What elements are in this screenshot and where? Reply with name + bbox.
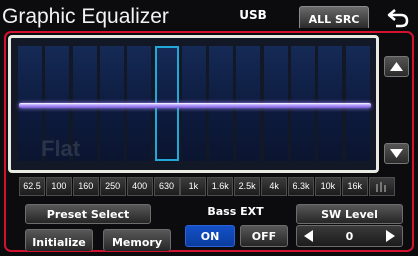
- back-arrow-icon: [387, 9, 409, 28]
- memory-button[interactable]: Memory: [103, 229, 171, 251]
- freq-button-400[interactable]: 400: [126, 177, 153, 196]
- freq-button-250[interactable]: 250: [99, 177, 126, 196]
- triangle-right-icon: [386, 230, 395, 242]
- scroll-up-button[interactable]: [384, 56, 409, 77]
- bass-ext-off-button[interactable]: OFF: [240, 225, 288, 247]
- scroll-down-button[interactable]: [384, 143, 409, 164]
- freq-button-160[interactable]: 160: [72, 177, 99, 196]
- back-button[interactable]: [386, 6, 410, 30]
- arrow-down-icon: [390, 149, 403, 158]
- arrow-up-icon: [390, 62, 403, 71]
- preset-watermark: Flat: [41, 136, 81, 161]
- preset-select-button[interactable]: Preset Select: [25, 204, 151, 224]
- sw-level-increase-button[interactable]: [383, 229, 397, 243]
- freq-button-10k[interactable]: 10k: [314, 177, 341, 196]
- freq-button-4k[interactable]: 4k: [261, 177, 288, 196]
- frequency-selector: 62.5 100 160 250 400 630 1k 1.6k 2.5k 4k 6.3k 10k 16…: [19, 177, 395, 196]
- source-label: USB: [239, 8, 267, 22]
- bars-icon[interactable]: [368, 177, 395, 196]
- all-src-button[interactable]: ALL SRC: [299, 6, 369, 28]
- freq-button-2.5k[interactable]: 2.5k: [234, 177, 261, 196]
- freq-button-1.6k[interactable]: 1.6k: [207, 177, 234, 196]
- bass-ext-on-button[interactable]: ON: [185, 225, 235, 247]
- page-title: Graphic Equalizer: [2, 5, 169, 28]
- initialize-button[interactable]: Initialize: [25, 229, 93, 251]
- freq-button-6.3k[interactable]: 6.3k: [288, 177, 314, 196]
- eq-graph[interactable]: Flat: [8, 35, 379, 173]
- sw-level-header: SW Level: [296, 204, 403, 224]
- eq-curve: [19, 103, 371, 108]
- freq-button-100[interactable]: 100: [45, 177, 72, 196]
- freq-button-630[interactable]: 630: [153, 177, 180, 196]
- triangle-left-icon: [304, 230, 313, 242]
- bass-ext-label: Bass EXT: [207, 205, 264, 218]
- sw-level-decrease-button[interactable]: [302, 229, 316, 243]
- sw-level-value: 0: [345, 230, 354, 243]
- freq-button-62.5[interactable]: 62.5: [19, 177, 45, 196]
- freq-button-16k[interactable]: 16k: [341, 177, 368, 196]
- freq-button-1k[interactable]: 1k: [180, 177, 207, 196]
